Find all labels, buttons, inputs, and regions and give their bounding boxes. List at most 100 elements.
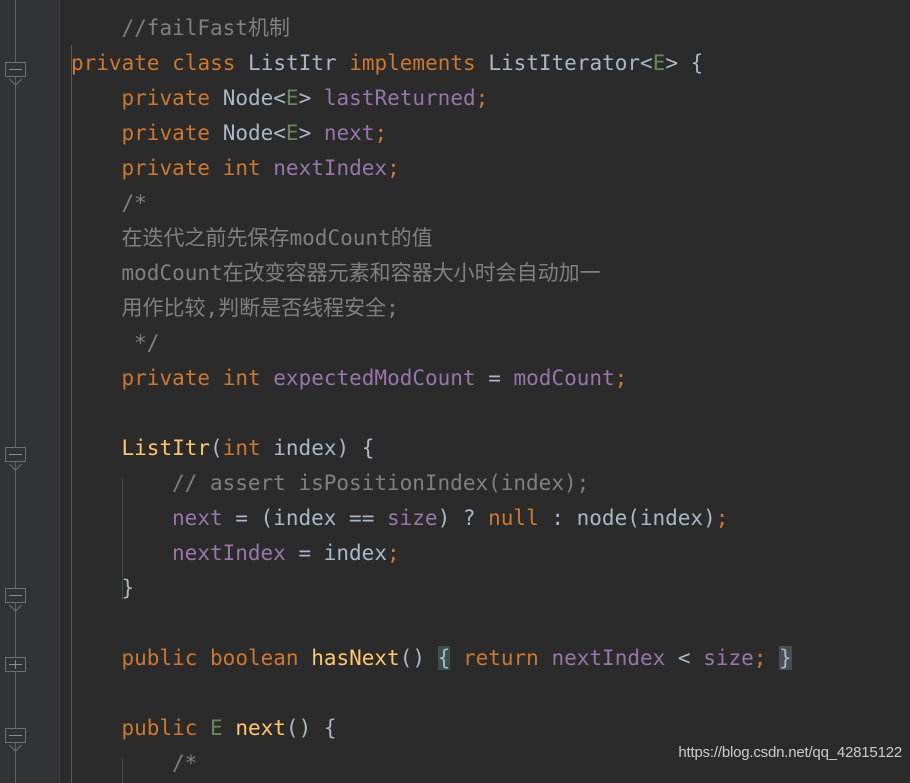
code-line[interactable] <box>60 396 910 431</box>
code-token: Node <box>222 86 274 110</box>
code-line[interactable]: private int nextIndex; <box>60 151 910 186</box>
code-token: ; <box>614 366 628 390</box>
code-line[interactable]: ListItr(int index) { <box>60 431 910 466</box>
code-token: E <box>652 51 666 75</box>
code-line-text: /* <box>60 751 197 775</box>
code-token: ListIterator <box>488 51 641 75</box>
code-token: /* <box>172 751 198 775</box>
code-line[interactable]: 在迭代之前先保存modCount的值 <box>60 221 910 256</box>
code-editor: //failFast机制 private class ListItr implem… <box>0 0 910 783</box>
code-line[interactable]: private Node<E> lastReturned; <box>60 81 910 116</box>
code-token: public <box>121 646 198 670</box>
code-token: ; <box>475 86 489 110</box>
fold-region-collapsed-hasnext-icon[interactable] <box>5 657 26 678</box>
code-line[interactable]: private int expectedModCount = modCount; <box>60 361 910 396</box>
fold-region-class-icon[interactable] <box>5 62 26 86</box>
code-line-text: 用作比较,判断是否线程安全; <box>60 296 399 320</box>
code-token: () <box>399 646 438 670</box>
code-line-text: private Node<E> lastReturned; <box>60 86 489 110</box>
code-token: ( <box>210 436 223 460</box>
code-token: //failFast机制 <box>121 16 290 40</box>
code-token: { <box>437 646 451 670</box>
code-token: */ <box>121 331 160 355</box>
code-token: lastReturned <box>323 86 476 110</box>
code-token: nextIndex <box>273 156 388 180</box>
code-line[interactable]: } <box>60 571 910 606</box>
code-token: ListItr <box>248 51 337 75</box>
code-token: next <box>235 716 286 740</box>
code-line[interactable]: //failFast机制 <box>60 11 910 46</box>
code-token: nextIndex <box>551 646 666 670</box>
code-line[interactable]: /* <box>60 186 910 221</box>
fold-region-constructor-icon[interactable] <box>5 447 26 471</box>
code-text-area[interactable]: //failFast机制 private class ListItr implem… <box>60 0 910 783</box>
code-token: modCount <box>513 366 615 390</box>
code-token: int <box>222 156 261 180</box>
code-line[interactable]: private class ListItr implements ListIte… <box>60 46 910 81</box>
code-token: next <box>323 121 375 145</box>
code-token: == <box>349 506 387 530</box>
code-line[interactable] <box>60 676 910 711</box>
code-token: size <box>703 646 754 670</box>
code-token: private <box>71 51 160 75</box>
code-token: ; <box>715 506 729 530</box>
code-token: { <box>678 51 704 75</box>
fold-region-block-icon[interactable] <box>5 588 26 612</box>
code-line-text: public E next() { <box>60 716 337 740</box>
code-line-text: */ <box>60 331 159 355</box>
code-token: E <box>210 716 223 740</box>
code-line-text: public boolean hasNext() { return nextIn… <box>60 646 792 670</box>
code-token: > <box>298 86 312 110</box>
code-token: ) ? <box>437 506 489 530</box>
code-token: ; <box>386 541 400 565</box>
code-line-text: private class ListItr implements ListIte… <box>60 51 703 75</box>
code-line[interactable]: 用作比较,判断是否线程安全; <box>60 291 910 326</box>
code-line[interactable]: modCount在改变容器元素和容器大小时会自动加一 <box>60 256 910 291</box>
code-line[interactable]: public E next() { <box>60 711 910 746</box>
code-line[interactable]: next = (index == size) ? null : node(ind… <box>60 501 910 536</box>
code-token: > <box>298 121 312 145</box>
fold-plus-stroke <box>15 660 16 669</box>
code-token: return <box>462 646 539 670</box>
code-line-list[interactable]: //failFast机制 private class ListItr implem… <box>60 11 910 781</box>
code-line-text: private int nextIndex; <box>60 156 400 180</box>
code-token: next <box>172 506 223 530</box>
code-line[interactable]: nextIndex = index; <box>60 536 910 571</box>
editor-gutter[interactable] <box>0 0 60 783</box>
code-token: int <box>222 366 261 390</box>
code-token: public <box>121 716 198 740</box>
fold-region-next-method-icon[interactable] <box>5 728 26 752</box>
code-token: } <box>121 576 135 600</box>
code-token: = index <box>285 541 387 565</box>
code-line-text: 在迭代之前先保存modCount的值 <box>60 226 433 250</box>
code-token: 用作比较,判断是否线程安全; <box>121 296 399 320</box>
code-token: = (index <box>222 506 350 530</box>
code-line[interactable]: private Node<E> next; <box>60 116 910 151</box>
code-token: < <box>665 646 704 670</box>
code-token: hasNext <box>311 646 400 670</box>
code-token: : node(index) <box>538 506 716 530</box>
code-token: < <box>273 121 286 145</box>
code-token: private <box>121 86 211 110</box>
code-line[interactable]: */ <box>60 326 910 361</box>
code-line[interactable]: public boolean hasNext() { return nextIn… <box>60 641 910 676</box>
fold-dash <box>9 69 22 70</box>
code-token: null <box>488 506 539 530</box>
code-line[interactable]: // assert isPositionIndex(index); <box>60 466 910 501</box>
fold-dash <box>9 454 22 455</box>
code-token: E <box>285 121 299 145</box>
code-token: ListItr <box>121 436 211 460</box>
code-token: modCount在改变容器元素和容器大小时会自动加一 <box>121 261 601 285</box>
code-token: private <box>121 156 211 180</box>
code-line[interactable] <box>60 606 910 641</box>
